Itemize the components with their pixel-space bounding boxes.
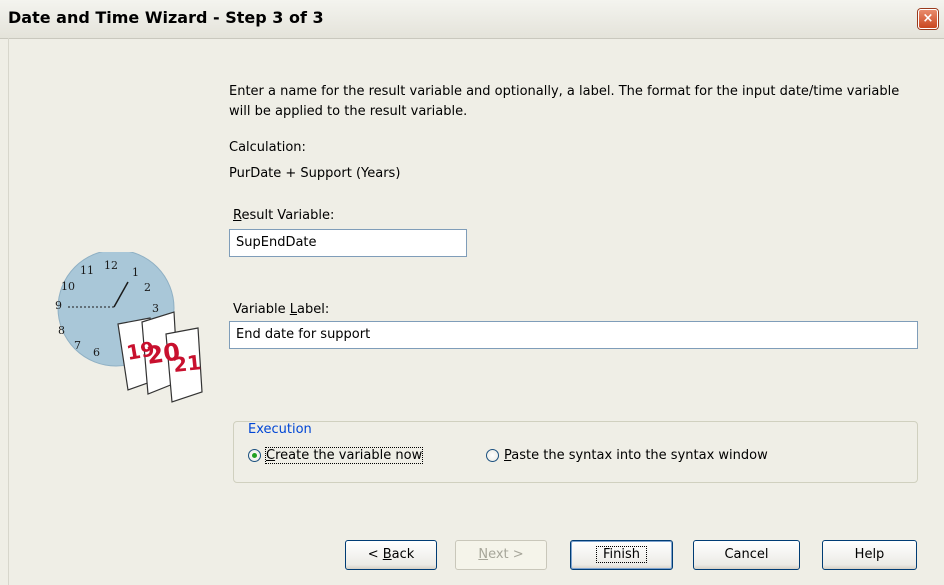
calculation-value: PurDate + Support (Years) — [229, 166, 401, 181]
instructions-text: Enter a name for the result variable and… — [229, 84, 900, 119]
clock-number: 9 — [55, 299, 62, 312]
execution-legend: Execution — [245, 422, 315, 437]
clock-number: 8 — [58, 324, 65, 337]
window-title: Date and Time Wizard - Step 3 of 3 — [8, 8, 324, 27]
close-icon: × — [922, 11, 934, 26]
clock-number: 12 — [104, 259, 118, 272]
clock-number: 11 — [80, 264, 94, 277]
clock-number: 7 — [74, 339, 81, 352]
clock-number: 2 — [144, 281, 151, 294]
svg-text:21: 21 — [172, 350, 202, 377]
clock-number: 10 — [61, 280, 75, 293]
radio-selected-icon[interactable] — [248, 449, 261, 462]
title-bar[interactable]: Date and Time Wizard - Step 3 of 3 × — [0, 0, 944, 39]
radio-label: Create the variable now — [264, 447, 424, 464]
radio-unselected-icon[interactable] — [486, 449, 499, 462]
help-button[interactable]: Help — [822, 540, 917, 570]
result-variable-label: Result Variable: — [233, 208, 335, 223]
clock-number: 3 — [152, 302, 159, 315]
create-variable-now-radio[interactable]: Create the variable now — [248, 447, 424, 464]
cancel-button[interactable]: Cancel — [693, 540, 800, 570]
clock-number: 6 — [93, 346, 100, 359]
variable-label-input[interactable]: End date for support — [229, 321, 918, 349]
dialog-border — [0, 38, 9, 585]
back-button[interactable]: < Back — [345, 540, 437, 570]
result-variable-input[interactable]: SupEndDate — [229, 229, 467, 257]
variable-label-label: Variable Label: — [233, 302, 330, 317]
clock-number: 1 — [132, 266, 139, 279]
paste-syntax-radio[interactable]: Paste the syntax into the syntax window — [486, 448, 768, 463]
wizard-dialog: Date and Time Wizard - Step 3 of 3 × 12 … — [0, 0, 944, 585]
finish-button[interactable]: Finish — [570, 540, 673, 570]
calendar-icon: 19 20 21 — [117, 311, 203, 403]
clock-calendar-illustration: 12 1 2 3 11 10 9 8 7 6 19 20 21 — [55, 252, 203, 403]
calculation-label: Calculation: — [229, 140, 306, 155]
next-button[interactable]: Next > — [455, 540, 547, 570]
close-button[interactable]: × — [918, 9, 938, 29]
radio-label: Paste the syntax into the syntax window — [504, 448, 768, 463]
